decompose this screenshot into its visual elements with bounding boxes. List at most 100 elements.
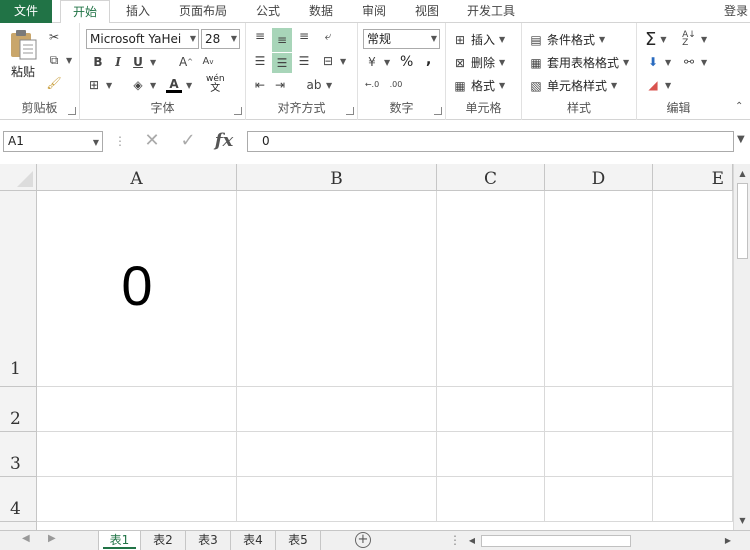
dialog-launcher-icon[interactable] [234,107,242,115]
format-cells-button[interactable]: ▦ 格式 ▼ [452,77,505,94]
vertical-scroll-thumb[interactable] [737,183,748,259]
cancel-entry-button[interactable]: ✕ [134,129,170,153]
tab-view[interactable]: 视图 [404,0,450,23]
column-header-a[interactable]: A [37,164,237,191]
tab-data[interactable]: 数据 [298,0,344,23]
cell-d4[interactable] [545,477,653,522]
sheet-nav-next-icon[interactable]: ▶ [48,533,56,544]
scroll-right-icon[interactable]: ▶ [722,533,734,549]
row-header-3[interactable]: 3 [0,432,37,477]
cell-e3[interactable] [653,432,733,477]
vertical-scrollbar[interactable]: ▲ ▼ [733,164,750,530]
autosum-button[interactable]: Σ ▼ [645,29,667,50]
add-sheet-button[interactable]: + [355,532,371,548]
cut-button[interactable]: ✂ [46,29,62,45]
cell-d2[interactable] [545,387,653,432]
tab-insert[interactable]: 插入 [113,0,163,23]
scroll-down-icon[interactable]: ▼ [735,513,750,528]
row-header-1[interactable]: 1 [0,191,37,387]
formula-bar-splitter[interactable]: ⋮ [114,134,126,148]
sheet-tab-3[interactable]: 表3 [186,531,231,550]
column-header-d[interactable]: D [545,164,653,191]
cell-c3[interactable] [437,432,545,477]
tab-review[interactable]: 审阅 [351,0,397,23]
decrease-font-button[interactable]: Av [200,54,216,70]
increase-font-button[interactable]: A ^ [178,54,194,70]
conditional-formatting-button[interactable]: ▤ 条件格式 ▼ [528,31,605,48]
align-top-button[interactable]: ≡ [252,28,268,44]
sheet-tab-4[interactable]: 表4 [231,531,276,550]
horizontal-scrollbar[interactable]: ◀ ▶ [466,533,734,549]
cell-a4[interactable] [37,477,237,522]
formula-input[interactable]: 0 [247,131,734,152]
insert-function-button[interactable]: fx [206,129,242,153]
format-as-table-button[interactable]: ▦ 套用表格格式 ▼ [528,54,629,71]
tab-page-layout[interactable]: 页面布局 [170,0,236,23]
percent-button[interactable]: % [400,54,413,70]
orientation-button[interactable]: ab ▼ [306,77,333,93]
row-header-5[interactable] [0,522,37,530]
cell-e2[interactable] [653,387,733,432]
cell-b1[interactable] [237,191,437,387]
collapse-ribbon-button[interactable]: ⌃ [735,101,743,112]
tab-formulas[interactable]: 公式 [245,0,291,23]
cell-c4[interactable] [437,477,545,522]
cell-c1[interactable] [437,191,545,387]
select-all-button[interactable] [0,164,37,191]
dialog-launcher-icon[interactable] [68,107,76,115]
cell-d1[interactable] [545,191,653,387]
cell-d3[interactable] [545,432,653,477]
cell-a3[interactable] [37,432,237,477]
cell-e4[interactable] [653,477,733,522]
tab-home[interactable]: 开始 [60,0,110,24]
tab-developer[interactable]: 开发工具 [458,0,524,23]
fill-color-button[interactable]: ◈ ▼ [130,77,156,93]
cell-a2[interactable] [37,387,237,432]
sheet-tab-2[interactable]: 表2 [141,531,186,550]
align-left-button[interactable]: ☰ [252,53,268,69]
cell-styles-button[interactable]: ▧ 单元格样式 ▼ [528,77,617,94]
underline-button[interactable]: U ▼ [130,54,156,70]
confirm-entry-button[interactable]: ✓ [170,129,206,153]
cell-b3[interactable] [237,432,437,477]
name-box[interactable]: A1 ▼ [3,131,103,152]
accounting-format-button[interactable]: ¥ ▼ [364,54,390,70]
cell-e1[interactable] [653,191,733,387]
comma-button[interactable]: , [426,52,431,68]
column-header-e[interactable]: E [653,164,733,191]
number-format-select[interactable]: 常规 ▼ [363,29,440,49]
decrease-decimal-button[interactable]: .00 [388,77,404,93]
login-link[interactable]: 登录 [724,0,750,23]
row-header-4[interactable]: 4 [0,477,37,522]
align-right-button[interactable]: ☰ [296,53,312,69]
phonetic-button[interactable]: wén 文 [206,75,225,94]
scroll-up-icon[interactable]: ▲ [735,166,750,181]
clear-button[interactable]: ◢ ▼ [645,77,671,93]
merge-center-button[interactable]: ⊟ ▼ [320,53,346,69]
bold-button[interactable]: B [90,54,106,70]
horizontal-scroll-thumb[interactable] [481,535,631,547]
cell-b2[interactable] [237,387,437,432]
sheet-tab-5[interactable]: 表5 [276,531,321,550]
dialog-launcher-icon[interactable] [346,107,354,115]
sort-filter-button[interactable]: A↓ Z ▼ [681,31,707,48]
align-middle-button[interactable]: ≡ [272,28,292,52]
find-select-button[interactable]: ⚯ ▼ [681,54,707,70]
tab-scroll-splitter[interactable]: ⋮ [449,533,461,547]
scroll-left-icon[interactable]: ◀ [466,533,478,549]
row-header-2[interactable]: 2 [0,387,37,432]
decrease-indent-button[interactable]: ⇤ [252,77,268,93]
insert-cells-button[interactable]: ⊞ 插入 ▼ [452,31,505,48]
sheet-nav-prev-icon[interactable]: ◀ [22,533,30,544]
sheet-tab-1[interactable]: 表1 [98,531,141,550]
wrap-text-button[interactable]: ⤶ [320,28,336,44]
dialog-launcher-icon[interactable] [434,107,442,115]
cell-b4[interactable] [237,477,437,522]
column-header-b[interactable]: B [237,164,437,191]
font-color-button[interactable]: A ▼ [166,77,192,93]
delete-cells-button[interactable]: ⊠ 删除 ▼ [452,54,505,71]
increase-indent-button[interactable]: ⇥ [272,77,288,93]
paste-button[interactable]: 粘贴 [8,29,38,80]
increase-decimal-button[interactable]: ←.0 [364,77,380,93]
font-size-select[interactable]: 28 ▼ [201,29,240,49]
